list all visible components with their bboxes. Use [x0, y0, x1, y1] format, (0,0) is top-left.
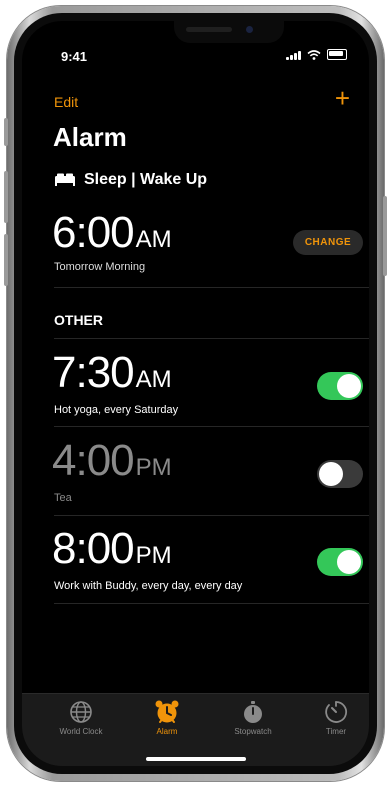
alarm-label: Hot yoga, every Saturday: [54, 404, 179, 416]
cellular-signal-icon: [286, 50, 301, 60]
change-button[interactable]: CHANGE: [293, 230, 363, 255]
sleep-subtitle: Tomorrow Morning: [54, 261, 146, 273]
alarm-time: 4:00PM: [52, 439, 172, 483]
divider: [54, 338, 369, 339]
divider: [54, 603, 369, 604]
alarm-time-ampm: PM: [135, 454, 172, 481]
tab-stopwatch[interactable]: Stopwatch: [218, 700, 288, 736]
tab-world-clock[interactable]: World Clock: [46, 700, 116, 736]
tab-label: Stopwatch: [234, 727, 272, 736]
other-section-header: OTHER: [54, 312, 103, 328]
alarm-time-digits: 4:00: [52, 436, 135, 485]
wifi-icon: [307, 49, 321, 60]
power-button: [383, 196, 387, 276]
page-title: Alarm: [53, 122, 127, 152]
tab-timer[interactable]: Timer: [301, 700, 369, 736]
alarm-toggle[interactable]: [317, 372, 363, 400]
sleep-time-ampm: AM: [135, 226, 172, 253]
alarm-label: Tea: [54, 492, 72, 504]
status-icons: [286, 49, 347, 60]
alarm-time: 8:00PM: [52, 527, 172, 571]
alarm-row[interactable]: 8:00PM Work with Buddy, every day, every…: [22, 527, 369, 613]
tab-label: Timer: [325, 727, 347, 736]
bed-icon: [55, 173, 75, 186]
edit-button[interactable]: Edit: [54, 94, 78, 110]
alarm-time-digits: 7:30: [52, 348, 135, 397]
alarm-time-digits: 8:00: [52, 524, 135, 573]
sleep-header-label: Sleep | Wake Up: [84, 171, 208, 188]
battery-icon: [327, 49, 347, 60]
sleep-alarm-time[interactable]: 6:00AM: [52, 211, 172, 255]
timer-icon: [325, 701, 348, 723]
divider: [54, 426, 369, 427]
alarm-toggle[interactable]: [317, 460, 363, 488]
add-alarm-button[interactable]: +: [335, 85, 350, 111]
volume-up-button: [4, 171, 8, 223]
home-indicator[interactable]: [146, 757, 246, 761]
volume-down-button: [4, 234, 8, 286]
phone-frame: 9:41 Edit + Alarm Sleep | Wake Up 6:00AM…: [4, 6, 387, 781]
status-time: 9:41: [61, 49, 88, 64]
alarm-time-ampm: PM: [135, 542, 172, 569]
divider: [54, 515, 369, 516]
alarm-row[interactable]: 7:30AM Hot yoga, every Saturday: [22, 351, 369, 437]
alarm-row[interactable]: 4:00PM Tea: [22, 439, 369, 525]
tab-bar: World Clock Alarm Stopwatch Timer: [22, 693, 369, 766]
sleep-time-digits: 6:00: [52, 208, 135, 257]
camera: [246, 26, 253, 33]
alarm-time-ampm: AM: [135, 366, 172, 393]
alarm-time: 7:30AM: [52, 351, 172, 395]
globe-icon: [70, 701, 92, 723]
toggle-knob: [319, 462, 343, 486]
alarm-label: Work with Buddy, every day, every day: [54, 580, 243, 592]
tab-label: Alarm: [156, 727, 178, 736]
toggle-knob: [337, 550, 361, 574]
speaker: [186, 27, 232, 32]
toggle-knob: [337, 374, 361, 398]
alarm-clock-icon: [155, 700, 179, 723]
screen: 9:41 Edit + Alarm Sleep | Wake Up 6:00AM…: [22, 21, 369, 766]
sleep-header: Sleep | Wake Up: [54, 171, 207, 189]
alarm-toggle[interactable]: [317, 548, 363, 576]
tab-alarm[interactable]: Alarm: [132, 700, 202, 736]
mute-switch: [4, 118, 8, 146]
tab-label: World Clock: [59, 727, 103, 736]
divider: [54, 287, 369, 288]
notch: [174, 21, 284, 43]
stopwatch-icon: [244, 701, 262, 723]
